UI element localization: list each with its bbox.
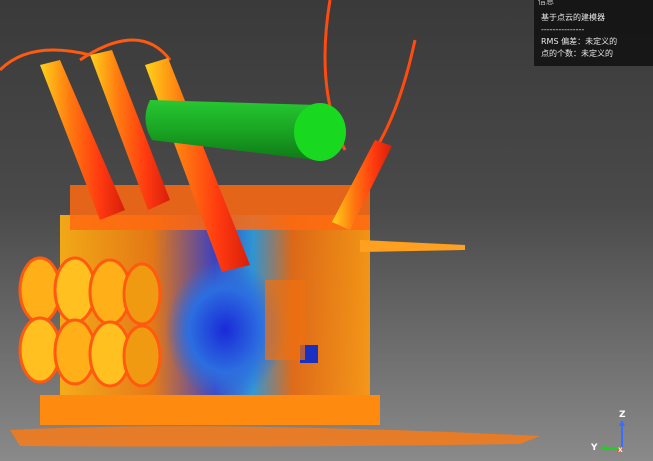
- 3d-viewport[interactable]: 信息 基于点云的建模器 --------------- RMS 偏差：未定义的 …: [0, 0, 653, 461]
- ground-points: [10, 426, 540, 447]
- info-panel-body: 基于点云的建模器 --------------- RMS 偏差：未定义的 点的个…: [541, 12, 617, 60]
- right-arm: [360, 240, 465, 252]
- info-panel-title: 信息: [538, 0, 554, 6]
- tank-base: [40, 395, 380, 425]
- info-line-rms: RMS 偏差：未定义的: [541, 37, 618, 46]
- axis-gizmo-icon: Z Y X: [588, 410, 628, 456]
- tank-detail-2: [265, 280, 305, 360]
- info-line-modeler: 基于点云的建模器: [541, 13, 605, 22]
- cable-far-right: [373, 39, 417, 151]
- axis-x-label: X: [618, 447, 623, 454]
- info-line-point-count: 点的个数：未定义的: [541, 49, 613, 58]
- point-cloud-scene[interactable]: [0, 0, 653, 461]
- info-line-separator: ---------------: [541, 25, 585, 34]
- info-panel: 信息 基于点云的建模器 --------------- RMS 偏差：未定义的 …: [534, 0, 653, 66]
- axis-z-label: Z: [619, 410, 626, 420]
- axis-y-label: Y: [591, 443, 598, 453]
- fitted-cylinder: [145, 100, 346, 161]
